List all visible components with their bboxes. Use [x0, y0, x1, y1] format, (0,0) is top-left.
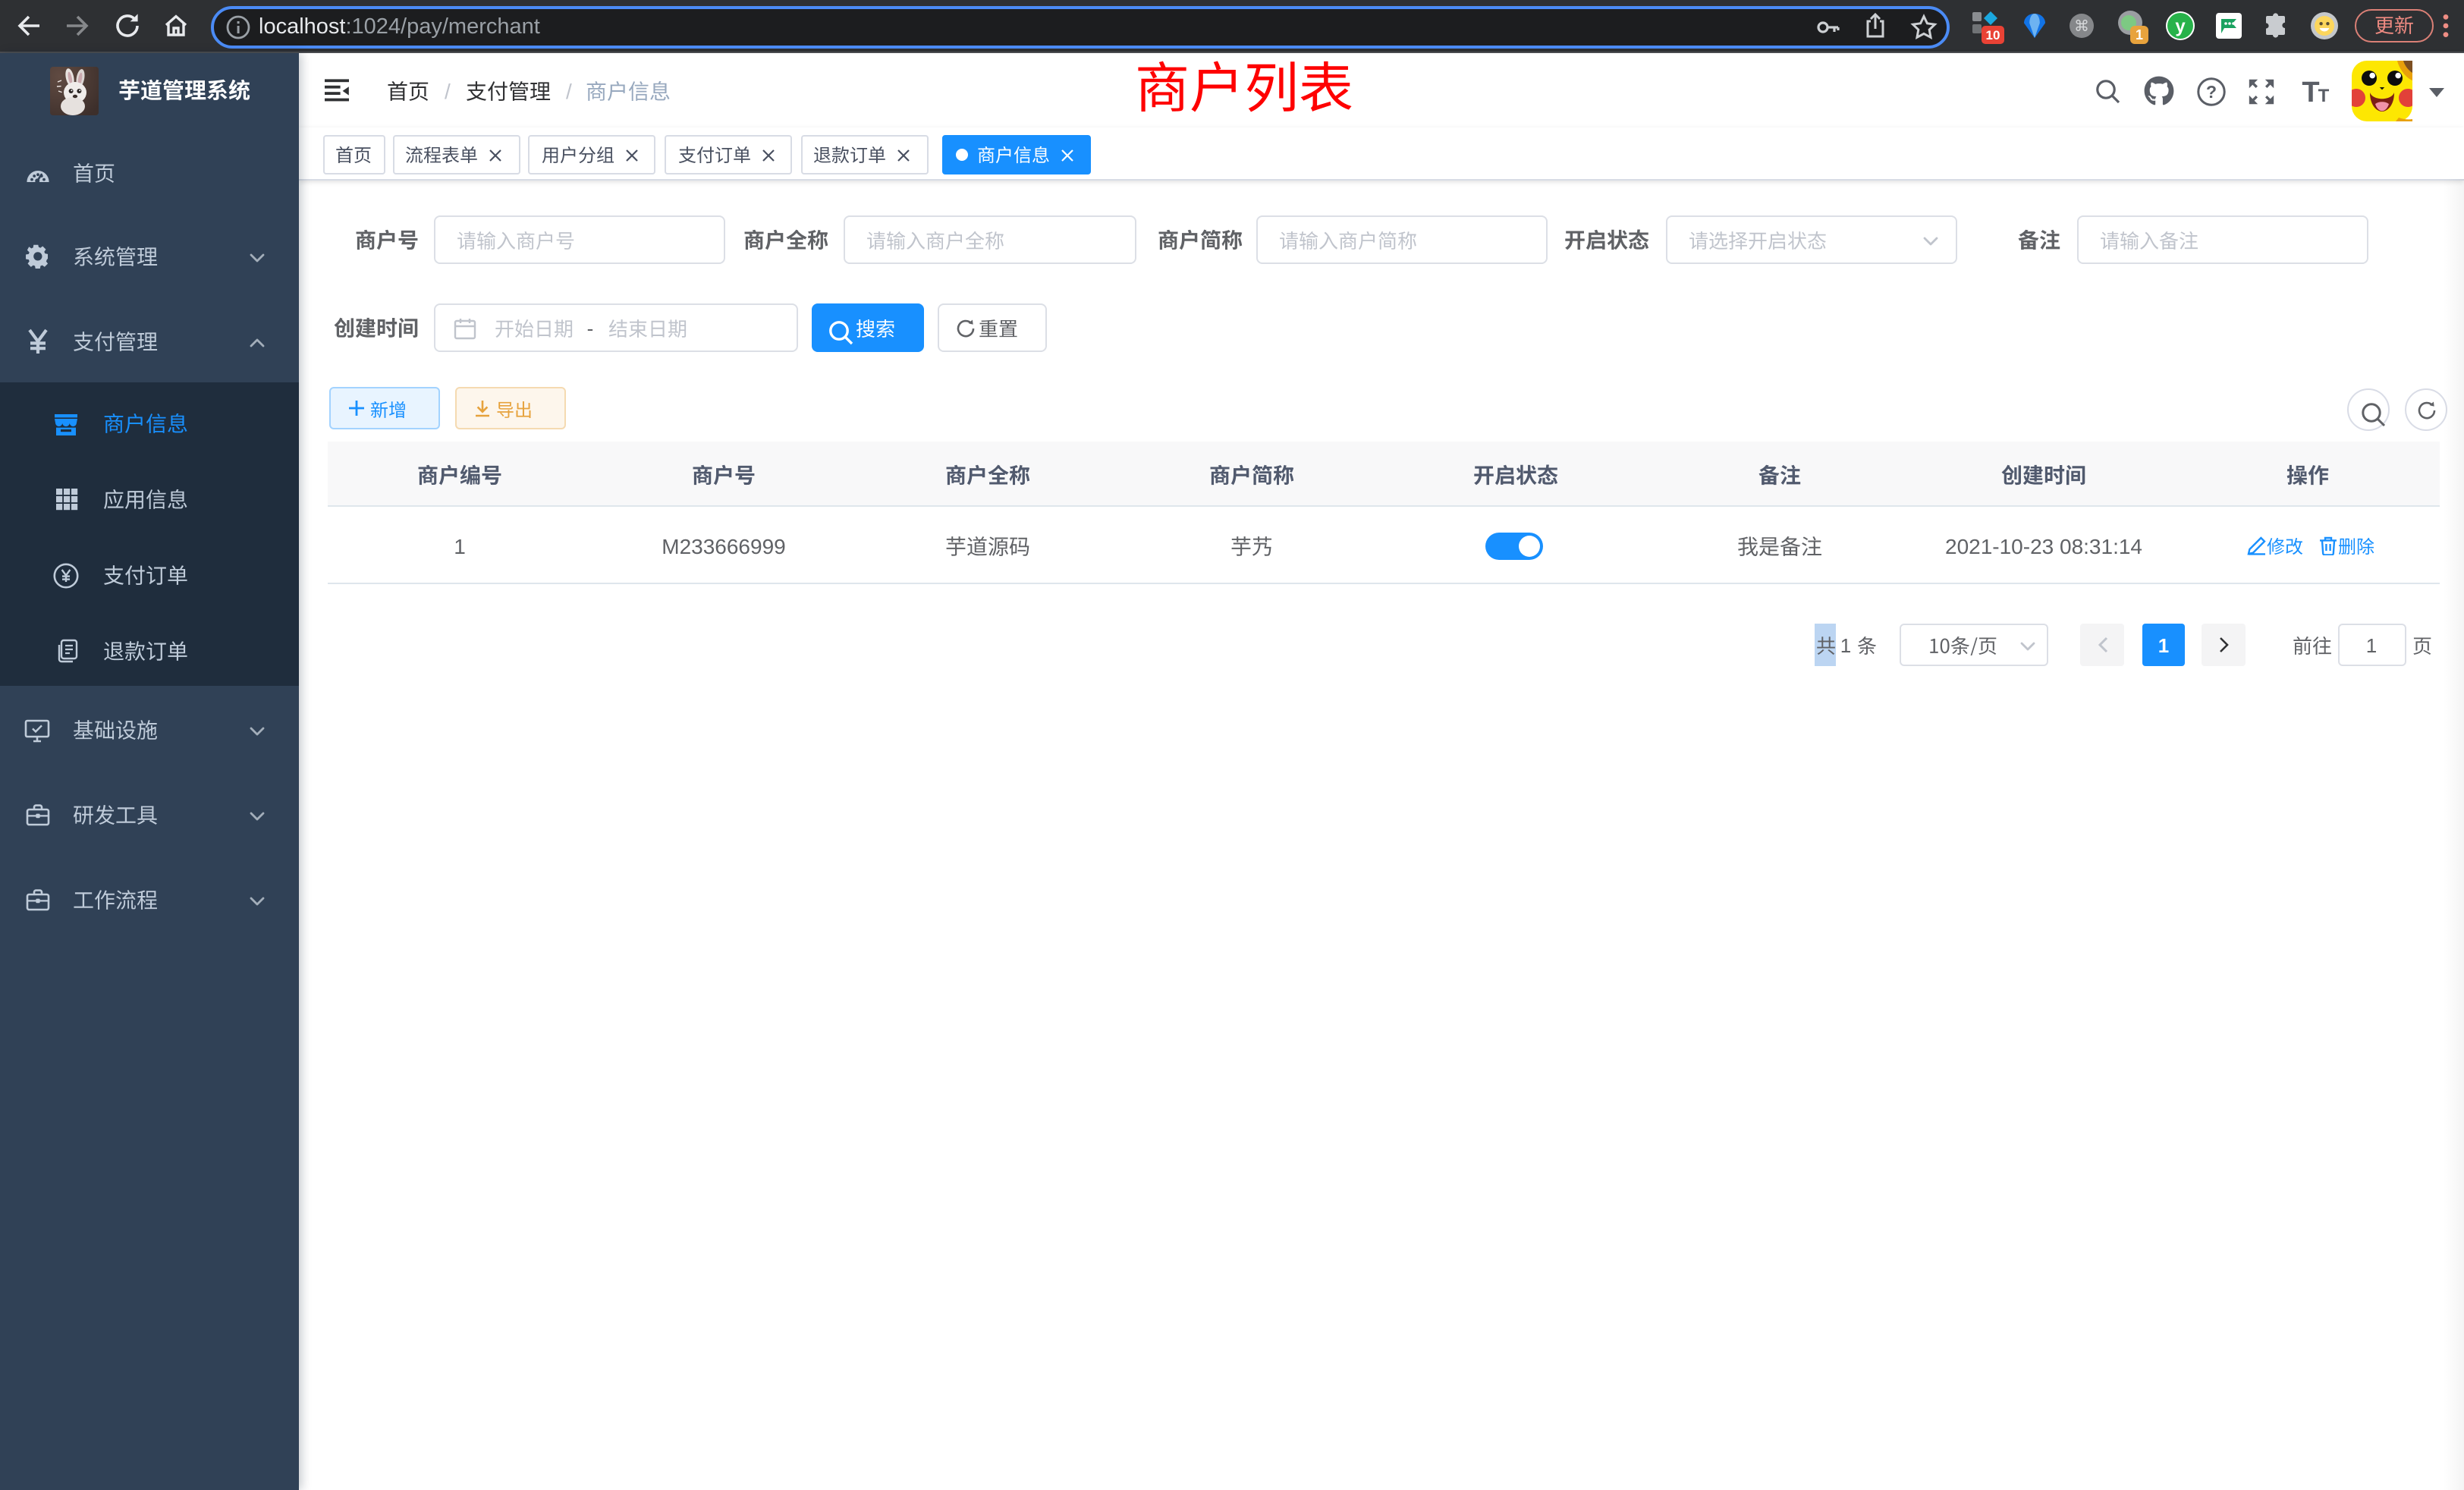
- svg-text:y: y: [2175, 16, 2186, 36]
- svg-text:T: T: [2318, 86, 2329, 106]
- svg-text:T: T: [2302, 77, 2319, 106]
- svg-text:?: ?: [2205, 81, 2216, 101]
- svg-text:⌘: ⌘: [2074, 17, 2089, 34]
